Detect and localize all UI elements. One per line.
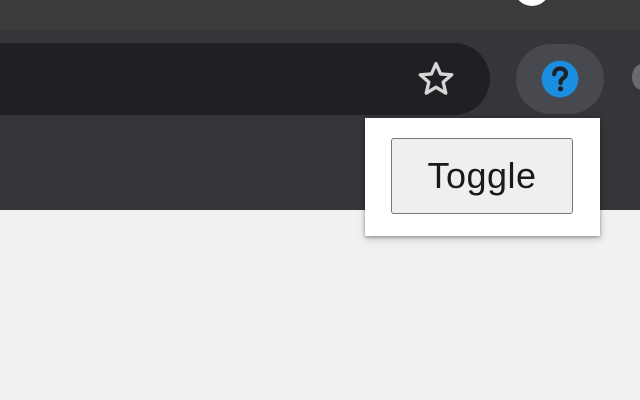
page-content [0, 210, 640, 400]
extension-popup: Toggle [365, 118, 600, 236]
tab-strip [0, 0, 640, 30]
tab-strip-control[interactable] [514, 0, 550, 6]
bookmark-star-button[interactable] [408, 52, 464, 106]
toggle-button[interactable]: Toggle [391, 138, 573, 214]
star-outline-icon [418, 61, 454, 95]
browser-window: Toggle [0, 0, 640, 400]
extension-button[interactable] [516, 44, 604, 114]
help-circle-icon [541, 60, 579, 98]
